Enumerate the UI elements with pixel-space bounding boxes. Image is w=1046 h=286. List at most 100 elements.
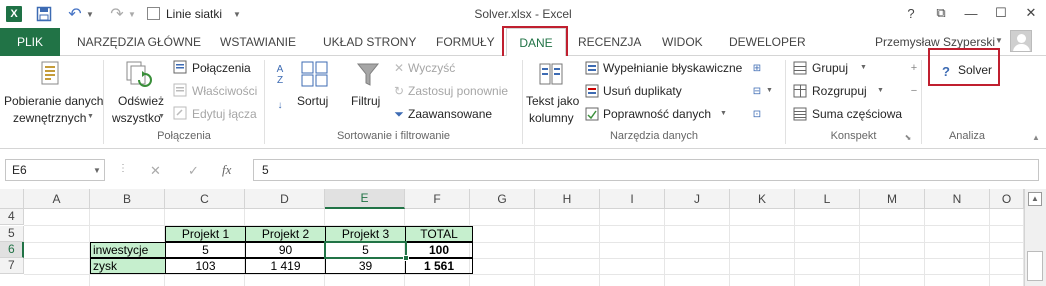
tab-formulas[interactable]: FORMUŁY: [436, 28, 495, 56]
data-validation-icon[interactable]: [585, 107, 599, 121]
table-header-cell[interactable]: TOTAL: [405, 226, 473, 242]
advanced-filter-icon[interactable]: ⏷: [392, 107, 406, 121]
formula-bar-grip-icon[interactable]: ⋮: [118, 163, 128, 174]
tab-developer[interactable]: DEWELOPER: [729, 28, 806, 56]
solver-icon[interactable]: ?: [938, 63, 954, 79]
refresh-all-label-2[interactable]: wszystko: [112, 111, 161, 125]
help-button[interactable]: ?: [900, 4, 922, 22]
table-cell[interactable]: 103: [165, 258, 246, 274]
scrollbar-thumb[interactable]: [1027, 251, 1043, 281]
tab-data[interactable]: DANE: [506, 28, 566, 57]
minimize-button[interactable]: —: [960, 4, 982, 22]
column-header-g[interactable]: G: [470, 189, 535, 209]
excel-logo-icon[interactable]: X: [6, 6, 22, 22]
fill-handle[interactable]: [403, 255, 409, 261]
external-data-icon[interactable]: [38, 59, 64, 89]
text-to-columns-button[interactable]: Tekst jako: [526, 94, 579, 108]
row-header-4[interactable]: 4: [0, 209, 24, 225]
group-button[interactable]: Grupuj: [812, 61, 848, 75]
advanced-filter-button[interactable]: Zaawansowane: [408, 107, 492, 121]
remove-duplicates-icon[interactable]: [585, 84, 599, 98]
table-row-label[interactable]: zysk: [90, 258, 166, 274]
row-header-6[interactable]: 6: [0, 242, 24, 258]
column-header-d[interactable]: D: [245, 189, 325, 209]
table-header-cell[interactable]: Projekt 1: [165, 226, 246, 242]
hide-detail-icon[interactable]: −: [907, 84, 921, 98]
ungroup-dropdown-icon[interactable]: ▼: [877, 87, 884, 94]
sort-az-icon[interactable]: AZ: [272, 62, 288, 88]
column-header-f[interactable]: F: [405, 189, 470, 209]
consolidate-icon[interactable]: ⊞: [750, 61, 764, 75]
column-header-o[interactable]: O: [990, 189, 1024, 209]
tab-view[interactable]: WIDOK: [662, 28, 703, 56]
user-dropdown-icon[interactable]: ▼: [995, 36, 1003, 45]
data-validation-dropdown-icon[interactable]: ▼: [720, 110, 727, 117]
save-icon[interactable]: [36, 6, 52, 22]
get-external-data-label-2[interactable]: zewnętrznych: [13, 111, 86, 125]
maximize-button[interactable]: ☐: [990, 4, 1012, 22]
select-all-corner[interactable]: [0, 189, 24, 209]
filter-button[interactable]: Filtruj: [351, 94, 380, 108]
sort-za-icon[interactable]: ↓: [272, 92, 288, 118]
ungroup-icon[interactable]: [793, 84, 807, 98]
reapply-icon[interactable]: ↻: [392, 84, 406, 98]
subtotal-button[interactable]: Suma częściowa: [812, 107, 902, 121]
insert-function-icon[interactable]: fx: [222, 162, 231, 178]
column-header-c[interactable]: C: [165, 189, 245, 209]
refresh-dropdown-icon[interactable]: ▼: [158, 113, 165, 120]
row-header-5[interactable]: 5: [0, 226, 24, 242]
group-dropdown-icon[interactable]: ▼: [860, 64, 867, 71]
flash-fill-icon[interactable]: [585, 61, 599, 75]
clear-filter-button[interactable]: Wyczyść: [408, 61, 455, 75]
table-total-cell[interactable]: 100: [405, 242, 473, 258]
tab-page-layout[interactable]: UKŁAD STRONY: [323, 28, 416, 56]
table-header-cell[interactable]: Projekt 2: [245, 226, 326, 242]
sort-button[interactable]: Sortuj: [297, 94, 328, 108]
table-cell[interactable]: 90: [245, 242, 326, 258]
subtotal-icon[interactable]: [793, 107, 807, 121]
show-detail-icon[interactable]: +: [907, 61, 921, 75]
text-to-columns-label-2[interactable]: kolumny: [529, 111, 574, 125]
tab-file[interactable]: PLIK: [0, 28, 60, 56]
clear-filter-icon[interactable]: ✕: [392, 61, 406, 75]
what-if-icon[interactable]: ⊟: [750, 84, 764, 98]
name-box[interactable]: E6: [5, 159, 105, 181]
table-cell[interactable]: 5: [165, 242, 246, 258]
connections-icon[interactable]: [173, 60, 187, 74]
column-header-i[interactable]: I: [600, 189, 665, 209]
column-header-j[interactable]: J: [665, 189, 730, 209]
text-to-columns-icon[interactable]: [538, 60, 566, 90]
worksheet-grid[interactable]: A B C D E F G H I J K L M N O 4 5 6 7 Projekt 1 Projekt 2 Pro…: [0, 189, 1046, 286]
table-row-label[interactable]: inwestycje: [90, 242, 166, 258]
refresh-all-label[interactable]: Odśwież: [118, 94, 164, 108]
close-button[interactable]: ✕: [1020, 4, 1042, 22]
tab-insert[interactable]: WSTAWIANIE: [220, 28, 296, 56]
column-header-a[interactable]: A: [24, 189, 90, 209]
ungroup-button[interactable]: Rozgrupuj: [812, 84, 867, 98]
remove-duplicates-button[interactable]: Usuń duplikaty: [603, 84, 682, 98]
user-name[interactable]: Przemysław Szyperski: [875, 35, 995, 49]
column-header-k[interactable]: K: [730, 189, 795, 209]
what-if-dropdown-icon[interactable]: ▼: [766, 87, 773, 94]
refresh-all-icon[interactable]: [124, 59, 154, 91]
redo-icon[interactable]: ↷: [110, 6, 124, 23]
cancel-icon[interactable]: ✕: [150, 163, 161, 179]
edit-links-button[interactable]: Edytuj łącza: [192, 107, 257, 121]
tab-review[interactable]: RECENZJA: [578, 28, 641, 56]
solver-button[interactable]: Solver: [958, 63, 992, 77]
connections-button[interactable]: Połączenia: [192, 61, 251, 75]
name-box-dropdown-icon[interactable]: ▼: [93, 166, 101, 175]
table-total-cell[interactable]: 1 561: [405, 258, 473, 274]
edit-links-icon[interactable]: [173, 106, 187, 120]
column-header-h[interactable]: H: [535, 189, 600, 209]
scroll-up-icon[interactable]: ▲: [1028, 192, 1042, 206]
table-cell[interactable]: 1 419: [245, 258, 326, 274]
group-icon[interactable]: [793, 61, 807, 75]
column-header-b[interactable]: B: [90, 189, 165, 209]
relationships-icon[interactable]: ⊡: [750, 107, 764, 121]
tab-home[interactable]: NARZĘDZIA GŁÓWNE: [77, 28, 201, 56]
data-validation-button[interactable]: Poprawność danych: [603, 107, 711, 121]
ribbon-display-button[interactable]: ⧉: [930, 4, 952, 22]
redo-dropdown-icon[interactable]: ▼: [128, 6, 136, 22]
filter-icon[interactable]: [355, 60, 381, 90]
